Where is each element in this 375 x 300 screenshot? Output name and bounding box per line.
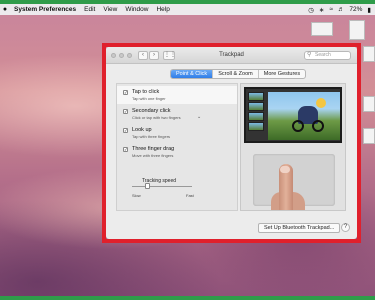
desktop-file-icon[interactable] (311, 22, 333, 36)
option-tap-to-click[interactable]: ✓ Tap to click Tap with one finger (117, 86, 237, 104)
option-three-finger-drag[interactable]: ✓ Three finger drag Move with three fing… (117, 143, 237, 161)
option-look-up[interactable]: ✓ Look up Tap with three fingers (117, 124, 237, 142)
checkbox[interactable]: ✓ (123, 147, 128, 152)
option-title: Secondary click (132, 108, 171, 114)
search-placeholder: Search (315, 52, 331, 58)
wifi-icon[interactable]: ≈ (329, 6, 333, 13)
option-subtitle: Tap with one finger (132, 96, 166, 101)
menu-edit[interactable]: Edit (80, 6, 99, 13)
option-subtitle: Click or tap with two fingers (132, 115, 181, 120)
help-button[interactable]: ? (341, 223, 350, 232)
volume-icon[interactable]: ♬ (338, 6, 345, 13)
options-panel: ✓ Tap to click Tap with one finger ✓ Sec… (116, 83, 238, 211)
menu-window[interactable]: Window (121, 6, 152, 13)
desktop-file-icon[interactable] (363, 96, 375, 112)
title-bar: ‹ › ⋮⋮ Trackpad ⚲ Search (106, 47, 357, 64)
desktop-file-icon[interactable] (349, 20, 365, 40)
bluetooth-icon[interactable]: ∗ (319, 6, 324, 14)
fingernail-illustration (280, 166, 290, 173)
search-input[interactable]: ⚲ Search (304, 51, 351, 60)
preview-screen (244, 87, 342, 143)
option-subtitle: Move with three fingers (132, 153, 174, 158)
chevron-down-icon[interactable]: ⌄ (197, 114, 201, 120)
option-secondary-click[interactable]: ✓ Secondary click Click or tap with two … (117, 105, 237, 123)
photo-thumbnails (248, 92, 266, 140)
tracking-speed-slider-knob[interactable] (145, 183, 150, 189)
slider-max-label: Fast (186, 193, 194, 198)
tracking-speed-slider-track[interactable] (132, 186, 192, 187)
tab-point-click[interactable]: Point & Click (171, 70, 214, 78)
apple-menu-icon[interactable]: ● (0, 6, 10, 13)
gesture-preview (240, 83, 346, 211)
menu-app-name[interactable]: System Preferences (10, 6, 80, 13)
option-title: Tap to click (132, 89, 160, 95)
desktop-file-icon[interactable] (363, 46, 375, 62)
checkbox[interactable]: ✓ (123, 109, 128, 114)
menu-extras: ◷ ∗ ≈ ♬ 72% ▮ (308, 6, 375, 14)
desktop-file-icon[interactable] (363, 128, 375, 144)
slider-min-label: Slow (132, 193, 141, 198)
battery-icon[interactable]: ▮ (367, 6, 371, 14)
menu-help[interactable]: Help (152, 6, 173, 13)
checkbox[interactable]: ✓ (123, 90, 128, 95)
trackpad-window: ‹ › ⋮⋮ Trackpad ⚲ Search Point & Click S… (106, 47, 357, 239)
preview-photo (268, 92, 340, 140)
menu-bar: ● System Preferences Edit View Window He… (0, 4, 375, 15)
tab-scroll-zoom[interactable]: Scroll & Zoom (213, 70, 259, 78)
battery-percent[interactable]: 72% (349, 6, 362, 13)
bottom-border (0, 296, 375, 300)
search-icon: ⚲ (307, 52, 312, 58)
tab-bar: Point & Click Scroll & Zoom More Gesture… (170, 69, 307, 79)
tab-more-gestures[interactable]: More Gestures (259, 70, 305, 78)
menu-view[interactable]: View (99, 6, 121, 13)
checkbox[interactable]: ✓ (123, 128, 128, 133)
setup-bluetooth-trackpad-button[interactable]: Set Up Bluetooth Trackpad... (258, 223, 341, 233)
timemachine-icon[interactable]: ◷ (308, 6, 314, 14)
option-subtitle: Tap with three fingers (132, 134, 171, 139)
option-title: Three finger drag (132, 146, 175, 152)
option-title: Look up (132, 127, 152, 133)
